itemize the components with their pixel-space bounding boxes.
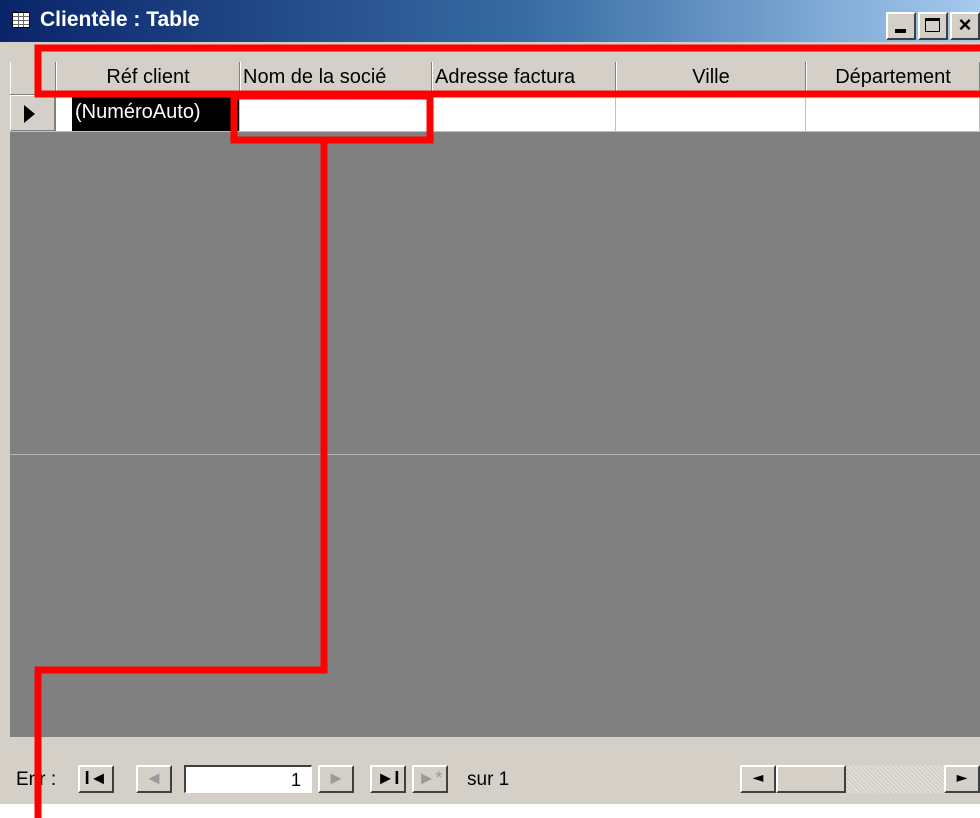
column-header-row: Réf client Nom de la socié Adresse factu… [10,62,980,95]
record-navigation-bar: Enr : I◄ ◄ 1 ► ►I ►* sur 1 ◄ ► [0,737,980,804]
title-bar[interactable]: Clientèle : Table × [0,0,980,42]
minimize-button[interactable] [886,12,916,40]
current-record-arrow-icon [24,105,35,123]
select-all-corner[interactable] [10,62,56,94]
ref-client-cell[interactable]: (NuméroAuto) [72,95,240,131]
current-record-field[interactable]: 1 [184,765,312,793]
maximize-button[interactable] [918,12,948,40]
column-header-nom-societe[interactable]: Nom de la socié [240,62,432,94]
nom-societe-cell[interactable] [240,95,432,131]
table-icon [12,12,30,28]
new-record-button[interactable]: ►* [412,765,448,793]
ville-cell[interactable] [616,95,806,131]
divider [10,454,980,455]
next-record-button[interactable]: ► [318,765,354,793]
first-record-button[interactable]: I◄ [78,765,114,793]
column-header-ref-client[interactable]: Réf client [56,62,240,94]
empty-datasheet-area [10,132,980,737]
minimize-icon [895,29,906,33]
maximize-icon [925,18,940,32]
column-header-departement[interactable]: Département [806,62,980,94]
scroll-thumb[interactable] [776,765,846,793]
column-header-adresse[interactable]: Adresse factura [432,62,616,94]
close-icon: × [958,12,972,37]
window-title: Clientèle : Table [40,8,200,31]
column-header-ville[interactable]: Ville [616,62,806,94]
close-button[interactable]: × [950,12,980,40]
record-count-label: sur 1 [467,769,510,790]
previous-record-button[interactable]: ◄ [136,765,172,793]
departement-cell[interactable] [806,95,980,131]
last-record-button[interactable]: ►I [370,765,406,793]
scroll-right-button[interactable]: ► [944,765,980,793]
record-label: Enr : [16,769,57,790]
record-selector[interactable] [10,95,56,131]
table-row: (NuméroAuto) [10,95,980,132]
adresse-cell[interactable] [432,95,616,131]
horizontal-scrollbar[interactable]: ◄ ► [740,765,980,793]
table-window: Clientèle : Table × Réf client Nom de la… [0,0,980,804]
scroll-left-button[interactable]: ◄ [740,765,776,793]
